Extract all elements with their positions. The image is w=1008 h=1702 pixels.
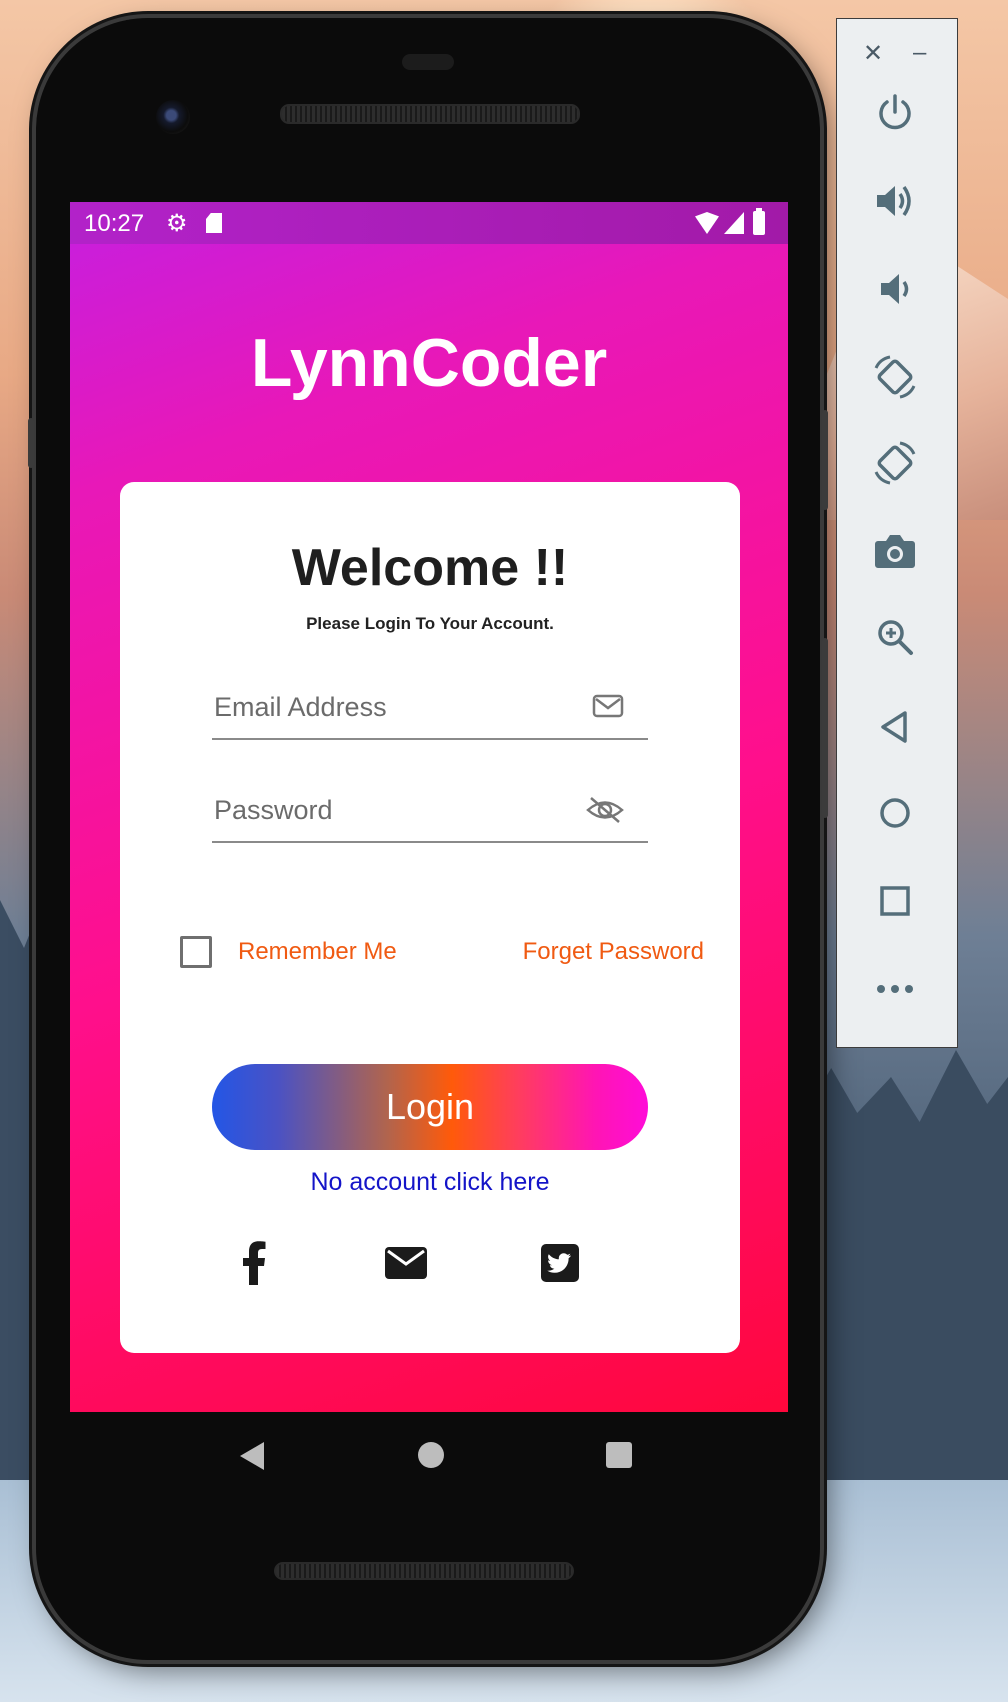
password-field	[212, 781, 648, 843]
nav-back-icon[interactable]	[240, 1442, 264, 1470]
sd-card-icon	[206, 213, 222, 233]
signup-link[interactable]: No account click here	[120, 1168, 740, 1197]
android-nav-bar	[70, 1412, 788, 1502]
phone-sensor	[402, 54, 454, 70]
rotate-left-icon[interactable]	[867, 349, 923, 405]
forget-password-link[interactable]: Forget Password	[523, 938, 704, 966]
minimize-icon[interactable]: –	[913, 39, 926, 67]
close-icon[interactable]: ✕	[863, 39, 883, 68]
phone-volume-button	[822, 410, 828, 510]
back-icon[interactable]	[867, 699, 923, 755]
nav-recents-icon[interactable]	[606, 1442, 632, 1468]
phone-side-rail	[822, 638, 828, 818]
volume-down-icon[interactable]	[867, 261, 923, 317]
home-icon[interactable]	[867, 785, 923, 841]
gear-icon: ⚙	[166, 210, 188, 237]
password-input[interactable]	[212, 781, 576, 839]
status-time: 10:27	[84, 210, 145, 237]
mail-icon[interactable]	[384, 1240, 428, 1286]
app-screen: 10:27 ⚙ LynnCoder Welcome !! Please Logi…	[70, 202, 788, 1412]
remember-label[interactable]: Remember Me	[238, 938, 397, 966]
eye-off-icon[interactable]	[586, 795, 624, 823]
phone-bottom-speaker	[274, 1562, 574, 1580]
more-icon[interactable]	[867, 961, 923, 1017]
envelope-icon	[592, 692, 624, 720]
emulator-control-panel: ✕ –	[836, 18, 958, 1048]
status-bar: 10:27 ⚙	[70, 202, 788, 244]
welcome-heading: Welcome !!	[291, 539, 569, 597]
nav-home-icon[interactable]	[418, 1442, 444, 1468]
twitter-icon[interactable]	[538, 1240, 582, 1286]
facebook-icon[interactable]	[232, 1240, 276, 1286]
battery-icon	[753, 208, 765, 235]
phone-earpiece	[280, 104, 580, 124]
camera-icon[interactable]	[867, 523, 923, 579]
login-card: Welcome !! Please Login To Your Account.	[120, 482, 740, 1353]
rotate-right-icon[interactable]	[867, 435, 923, 491]
signal-icon	[724, 212, 744, 234]
login-button[interactable]: Login	[212, 1064, 648, 1150]
overview-icon[interactable]	[867, 873, 923, 929]
power-icon[interactable]	[867, 85, 923, 141]
phone-side-button	[28, 418, 34, 468]
front-camera	[156, 100, 190, 134]
remember-checkbox[interactable]	[180, 936, 212, 968]
phone-frame: 10:27 ⚙ LynnCoder Welcome !! Please Logi…	[28, 18, 828, 1660]
email-field	[212, 678, 648, 740]
app-title: LynnCoder	[250, 325, 608, 401]
zoom-icon[interactable]	[867, 609, 923, 665]
volume-up-icon[interactable]	[867, 173, 923, 229]
wifi-icon	[695, 212, 719, 234]
login-subtitle: Please Login To Your Account.	[306, 614, 554, 633]
email-input[interactable]	[212, 678, 576, 736]
